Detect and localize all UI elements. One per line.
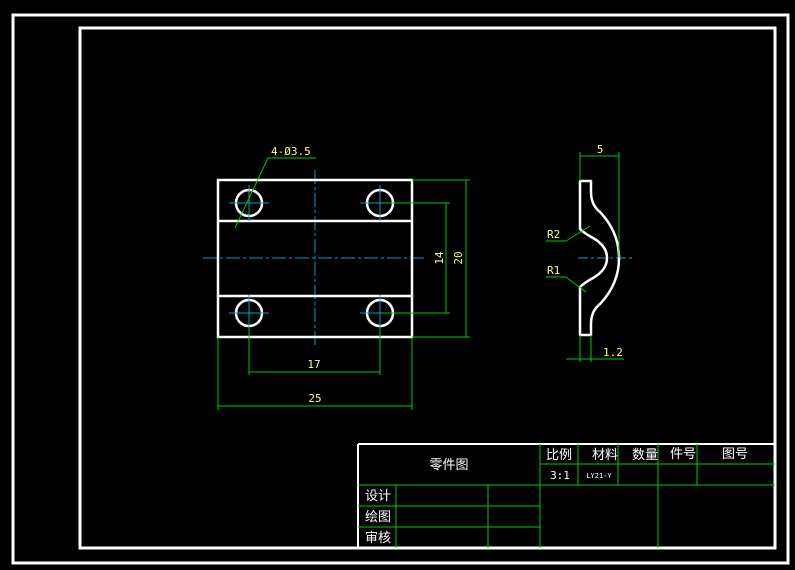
value-scale: 3:1: [550, 469, 570, 482]
dim-text-5: 5: [597, 143, 604, 156]
title-block: 零件图 比例 材料 数量 件号 图号 3:1 LY21-Y 设计 绘图 审核: [357, 443, 775, 548]
header-material: 材料: [592, 448, 618, 463]
role-review: 审核: [365, 531, 391, 546]
dim-text-thickness: 1.2: [603, 346, 623, 359]
dim-text-25: 25: [308, 392, 321, 405]
hole-bottom-left: [229, 295, 269, 331]
cad-drawing-canvas: 4-Ø3.5 14 20 17 25 5 R2 R1 1.2 零件图 比例 材料…: [11, 13, 790, 565]
header-scale: 比例: [546, 448, 572, 463]
role-draft: 绘图: [365, 510, 391, 525]
side-view: 5 R2 R1 1.2: [546, 143, 634, 362]
dim-text-17: 17: [307, 358, 320, 371]
dim-text-14: 14: [433, 251, 446, 265]
header-quantity: 数量: [632, 448, 658, 463]
r1-text: R1: [547, 264, 560, 277]
outer-frame: [11, 13, 790, 565]
hole-callout-text: 4-Ø3.5: [271, 145, 311, 158]
front-view: 4-Ø3.5 14 20 17 25: [203, 145, 470, 410]
part-name: 零件图: [429, 458, 468, 473]
inner-frame: [78, 26, 777, 550]
value-material: LY21-Y: [586, 472, 612, 480]
dim-text-20: 20: [452, 251, 465, 264]
header-drawing-no: 图号: [722, 447, 748, 462]
role-design: 设计: [365, 489, 391, 504]
hole-top-left: [229, 185, 269, 221]
r2-text: R2: [547, 228, 560, 241]
header-part-no: 件号: [670, 447, 696, 462]
